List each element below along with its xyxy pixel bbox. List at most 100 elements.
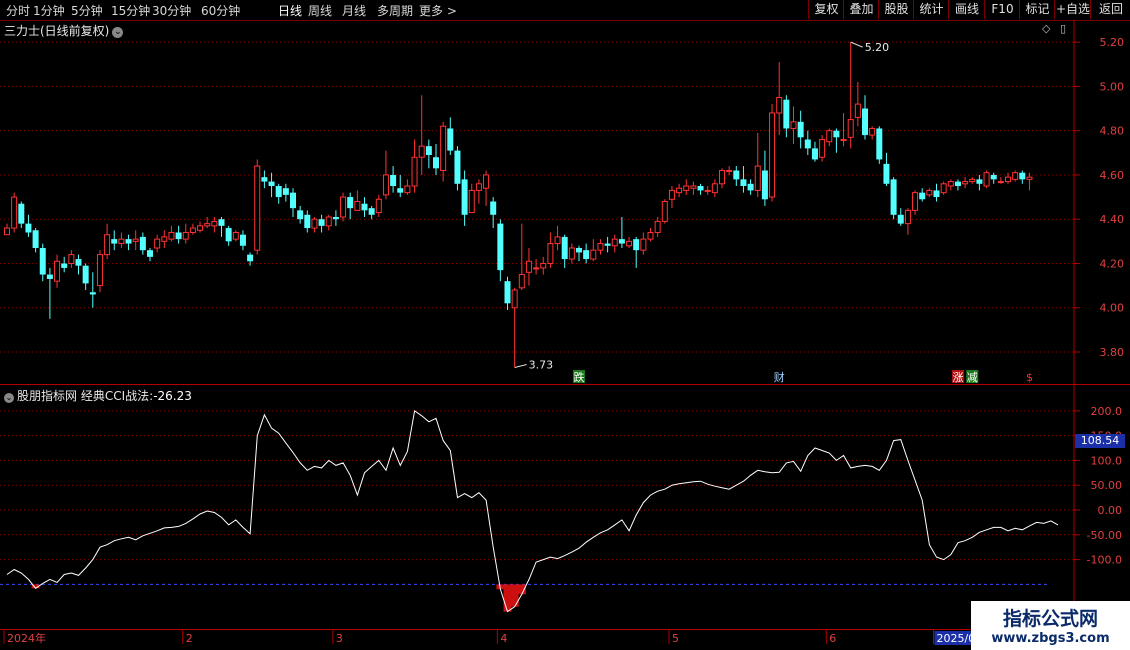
price-tick-label: 5.00 — [1100, 80, 1125, 93]
event-marker[interactable]: $ — [1026, 371, 1033, 384]
candle-down — [583, 250, 590, 260]
candle-up — [640, 238, 647, 251]
candle-up — [926, 189, 933, 196]
event-marker[interactable]: 减 — [967, 371, 978, 384]
candle-up — [1005, 176, 1011, 183]
candle-down — [504, 281, 511, 304]
candle-up — [511, 289, 518, 309]
candle-down — [368, 208, 375, 215]
candle-down — [75, 259, 82, 266]
candle-up — [182, 231, 189, 240]
candle-down — [976, 179, 983, 184]
candle-down — [876, 128, 883, 160]
candle-down — [61, 263, 68, 268]
candle-down — [332, 216, 339, 220]
candle-down — [139, 236, 146, 251]
candle-up — [711, 183, 718, 194]
candle-up — [4, 227, 10, 236]
time-axis-label: 5 — [672, 632, 679, 645]
candle-down — [275, 186, 282, 198]
candle-up — [232, 231, 239, 240]
candle-up — [204, 223, 211, 227]
candle-up — [554, 236, 561, 245]
cci-tick-label: 0.00 — [1098, 504, 1123, 517]
candle-down — [347, 197, 354, 209]
candle-up — [790, 121, 797, 129]
candle-down — [447, 128, 454, 151]
candle-up — [826, 130, 833, 143]
candle-down — [282, 188, 289, 195]
candle-up — [654, 220, 661, 233]
candle-up — [690, 185, 697, 189]
candle-up — [211, 220, 218, 227]
cci-tick-label: 50.00 — [1091, 479, 1123, 492]
candle-up — [819, 139, 826, 158]
candle-up — [947, 181, 954, 187]
watermark-title: 指标公式网 — [1002, 608, 1098, 630]
time-axis-label: 3 — [336, 632, 343, 645]
candle-up — [597, 243, 604, 251]
candle-up — [647, 231, 654, 240]
candle-down — [733, 170, 740, 180]
candle-down — [862, 108, 868, 136]
candle-up — [418, 145, 425, 158]
cci-line — [6, 409, 1059, 613]
candle-up — [11, 196, 18, 229]
cci-tick-label: 100.0 — [1091, 454, 1123, 467]
event-marker[interactable]: 跌 — [574, 370, 585, 384]
candle-down — [497, 223, 504, 271]
candle-down — [261, 177, 268, 182]
candle-down — [225, 228, 232, 242]
candle-down — [604, 243, 611, 246]
candle-down — [297, 210, 304, 220]
candle-up — [683, 185, 690, 191]
candle-down — [268, 181, 275, 187]
watermark-url: www.zbgs3.com — [991, 631, 1110, 646]
candle-down — [618, 239, 625, 244]
candle-up — [847, 119, 854, 138]
candle-up — [161, 236, 168, 242]
candle-up — [525, 260, 532, 273]
candle-up — [969, 178, 976, 183]
event-marker[interactable]: 涨 — [952, 371, 963, 384]
candle-down — [933, 190, 940, 198]
price-tick-label: 4.40 — [1100, 213, 1125, 226]
candle-down — [697, 186, 704, 191]
min-price-pointer — [514, 364, 527, 368]
event-marker[interactable]: 财 — [774, 370, 785, 384]
stock-chart[interactable]: 5.20 5.00 4.80 4.60 4.40 4.20 4.00 3.80 5.20 3.73… — [0, 0, 1130, 650]
cci-oversold-bar — [503, 584, 512, 612]
candle-down — [247, 254, 254, 262]
candle-down — [39, 247, 46, 275]
candle-up — [411, 156, 418, 187]
candle-down — [990, 174, 997, 180]
candle-down — [804, 139, 811, 149]
candle-down — [111, 239, 118, 244]
candle-up — [912, 192, 919, 211]
time-axis-label: 4 — [500, 632, 507, 645]
candle-up — [118, 238, 125, 245]
max-price-label: 5.20 — [865, 41, 890, 54]
price-tick-label: 4.00 — [1100, 302, 1125, 315]
candle-up — [68, 254, 75, 264]
max-price-pointer — [850, 41, 863, 48]
price-tick-label: 5.20 — [1100, 36, 1125, 49]
candle-down — [633, 239, 640, 251]
candle-down — [897, 214, 904, 224]
candle-up — [590, 249, 597, 260]
candle-up — [404, 185, 411, 194]
candle-down — [125, 239, 132, 244]
candle-up — [197, 225, 204, 231]
candle-up — [96, 254, 103, 287]
candle-down — [740, 179, 747, 187]
candle-up — [940, 183, 947, 194]
time-axis-label: 6 — [829, 632, 836, 645]
cci-tick-label: -100.0 — [1087, 554, 1122, 567]
candle-up — [719, 170, 725, 185]
candle-up — [483, 174, 490, 189]
candle-up — [726, 170, 733, 173]
candle-up — [475, 183, 482, 191]
candle-up — [869, 127, 876, 136]
candle-up — [254, 165, 261, 251]
candle-up — [776, 96, 783, 114]
